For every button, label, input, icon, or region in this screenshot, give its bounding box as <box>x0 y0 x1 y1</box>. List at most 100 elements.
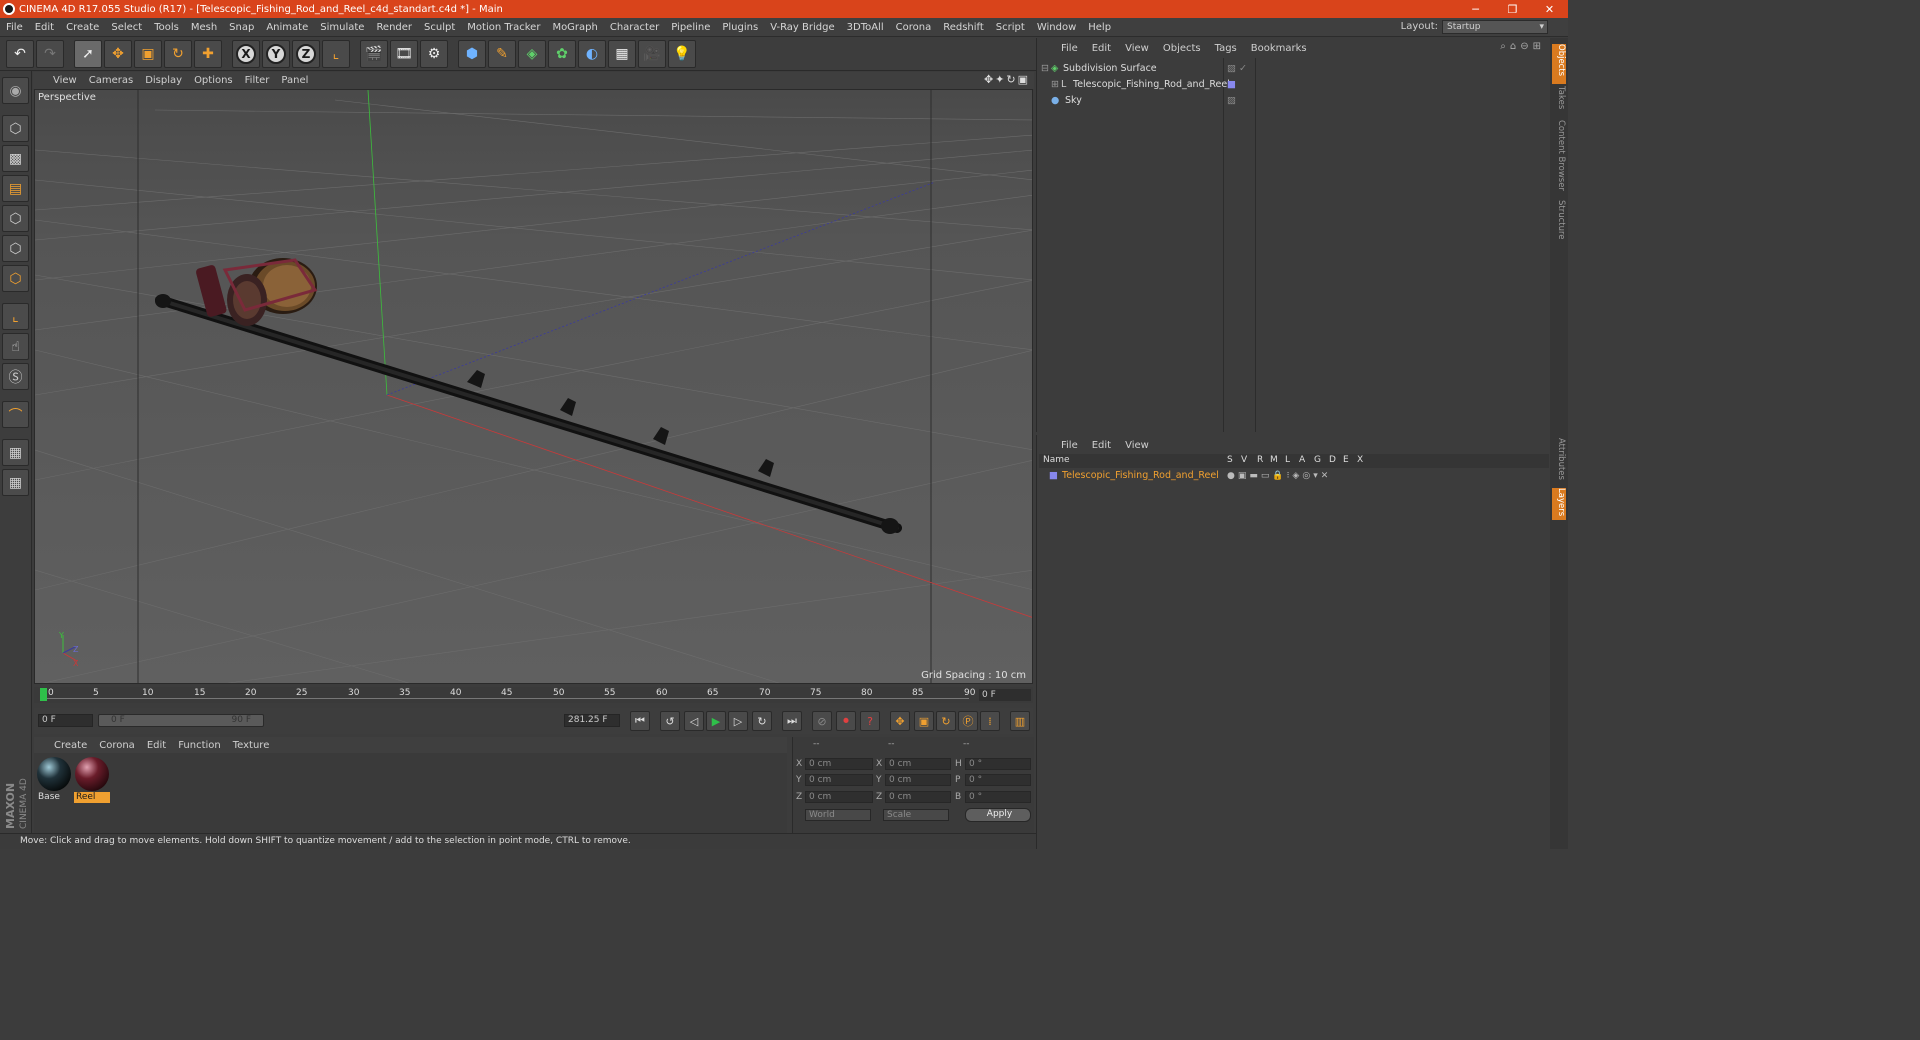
magnet-button[interactable]: ⌒ <box>2 401 29 428</box>
previous-key-button[interactable]: ↺ <box>660 711 680 731</box>
scale-tool-button[interactable]: ▣ <box>134 39 162 68</box>
restore-icon[interactable]: ❐ <box>1494 0 1531 18</box>
menu-pipeline[interactable]: Pipeline <box>665 22 716 33</box>
column-expressions[interactable]: E <box>1343 455 1349 465</box>
object-manager-search-icons[interactable]: ⌕⌂⊖⊞ <box>1500 41 1545 52</box>
tab-objects[interactable]: Objects <box>1552 44 1566 84</box>
render-picture-viewer-button[interactable]: 🎞 <box>390 39 418 68</box>
next-frame-button[interactable]: ▷ <box>728 711 748 731</box>
key-parameter-button[interactable]: Ⓟ <box>958 711 978 731</box>
key-scale-button[interactable]: ▣ <box>914 711 934 731</box>
menu-corona[interactable]: Corona <box>890 22 938 33</box>
vp-menu-view[interactable]: View <box>53 75 84 86</box>
texture-mode-button[interactable]: ▩ <box>2 145 29 172</box>
object-row-rod[interactable]: ⊞ L Telescopic_Fishing_Rod_and_Reel ■ <box>1041 77 1551 92</box>
column-deformers[interactable]: D <box>1329 455 1336 465</box>
tab-content-browser[interactable]: Content Browser <box>1552 120 1566 196</box>
viewport-navigation-icons[interactable]: ✥✦↻▣ <box>984 73 1030 86</box>
mat-menu-function[interactable]: Function <box>178 740 221 751</box>
menu-script[interactable]: Script <box>990 22 1031 33</box>
points-mode-button[interactable]: ⬡ <box>2 205 29 232</box>
layer-toggles[interactable]: ●▣▬▭🔒⁝◈◎▾✕ <box>1227 471 1331 481</box>
select-tool-button[interactable]: ➚ <box>74 39 102 68</box>
rotation-h-field[interactable]: 0 ° <box>965 758 1031 770</box>
workplane-lock-button[interactable]: ▦ <box>2 439 29 466</box>
go-to-end-button[interactable]: ⏭ <box>782 711 802 731</box>
object-row-subdivision[interactable]: ⊟ ◈ Subdivision Surface ▨ ✓ <box>1041 61 1551 76</box>
size-y-field[interactable]: 0 cm <box>885 774 951 786</box>
column-render[interactable]: R <box>1257 455 1263 465</box>
minimize-icon[interactable]: ─ <box>1457 0 1494 18</box>
tweak-mode-button[interactable]: ☝ <box>2 333 29 360</box>
column-generators[interactable]: G <box>1314 455 1321 465</box>
menu-animate[interactable]: Animate <box>260 22 314 33</box>
move-tool-button[interactable]: ✥ <box>104 39 132 68</box>
vp-menu-options[interactable]: Options <box>194 75 240 86</box>
render-settings-button[interactable]: ⚙ <box>420 39 448 68</box>
menu-edit[interactable]: Edit <box>29 22 60 33</box>
menu-create[interactable]: Create <box>60 22 105 33</box>
coordinate-system-button[interactable]: ⌞ <box>322 39 350 68</box>
tab-attributes[interactable]: Attributes <box>1552 438 1566 488</box>
menu-3dtoall[interactable]: 3DToAll <box>841 22 890 33</box>
menu-tools[interactable]: Tools <box>148 22 185 33</box>
menu-mograph[interactable]: MoGraph <box>546 22 603 33</box>
edges-mode-button[interactable]: ⬡ <box>2 235 29 262</box>
model-mode-button[interactable]: ⬡ <box>2 115 29 142</box>
position-y-field[interactable]: 0 cm <box>805 774 873 786</box>
menu-file[interactable]: File <box>0 22 29 33</box>
position-z-field[interactable]: 0 cm <box>805 791 873 803</box>
next-key-button[interactable]: ↻ <box>752 711 772 731</box>
obj-menu-edit[interactable]: Edit <box>1092 43 1111 54</box>
x-axis-lock-button[interactable]: X <box>232 39 260 68</box>
mograph-cloner-button[interactable]: ✿ <box>548 39 576 68</box>
tab-takes[interactable]: Takes <box>1552 86 1566 116</box>
rotation-p-field[interactable]: 0 ° <box>965 774 1031 786</box>
keyframe-selection-button[interactable]: ⊘ <box>812 711 832 731</box>
obj-menu-objects[interactable]: Objects <box>1163 43 1201 54</box>
layer-menu-edit[interactable]: Edit <box>1092 440 1111 451</box>
layout-select[interactable]: Startup ▾ <box>1442 20 1548 34</box>
obj-menu-view[interactable]: View <box>1125 43 1149 54</box>
layer-menu-view[interactable]: View <box>1125 440 1149 451</box>
layer-color-swatch[interactable]: ■ <box>1049 470 1062 481</box>
size-z-field[interactable]: 0 cm <box>885 791 951 803</box>
subdivision-surface-button[interactable]: ◈ <box>518 39 546 68</box>
mat-menu-corona[interactable]: Corona <box>99 740 135 751</box>
obj-menu-bookmarks[interactable]: Bookmarks <box>1251 43 1307 54</box>
column-manager[interactable]: M <box>1270 455 1278 465</box>
pen-spline-button[interactable]: ✎ <box>488 39 516 68</box>
position-x-field[interactable]: 0 cm <box>805 758 873 770</box>
column-animation[interactable]: A <box>1299 455 1305 465</box>
axis-mode-button[interactable]: ⌞ <box>2 303 29 330</box>
column-locked[interactable]: L <box>1285 455 1290 465</box>
cube-primitive-button[interactable]: ⬢ <box>458 39 486 68</box>
layer-menu-file[interactable]: File <box>1061 440 1078 451</box>
play-button[interactable]: ▶ <box>706 711 726 731</box>
3d-viewport[interactable]: Y X Z Perspective Grid Spacing : 10 cm <box>34 89 1033 684</box>
layer-color-tag[interactable]: ■ <box>1227 79 1236 90</box>
material-reel[interactable]: Reel <box>74 756 110 804</box>
layer-row[interactable]: ■ Telescopic_Fishing_Rod_and_Reel ●▣▬▭🔒⁝… <box>1041 468 1551 483</box>
autokey-button[interactable]: ? <box>860 711 880 731</box>
transform-tool-button[interactable]: ✚ <box>194 39 222 68</box>
material-base[interactable]: Base <box>36 756 72 804</box>
timeline-ruler[interactable]: 0 5 10 15 20 25 30 35 40 45 50 55 60 65 … <box>34 687 1033 703</box>
column-solo[interactable]: S <box>1227 455 1233 465</box>
menu-vray-bridge[interactable]: V-Ray Bridge <box>764 22 840 33</box>
column-xref[interactable]: X <box>1357 455 1363 465</box>
start-frame-field[interactable]: 0 F <box>38 714 93 727</box>
grid-snap-button[interactable]: ▦ <box>2 469 29 496</box>
obj-menu-tags[interactable]: Tags <box>1215 43 1237 54</box>
menu-render[interactable]: Render <box>370 22 418 33</box>
timeline-playhead[interactable] <box>40 688 47 701</box>
coord-scale-select[interactable]: Scale <box>883 809 949 821</box>
camera-button[interactable]: 🎥 <box>638 39 666 68</box>
close-icon[interactable]: ✕ <box>1531 0 1568 18</box>
menu-plugins[interactable]: Plugins <box>716 22 764 33</box>
menu-redshift[interactable]: Redshift <box>937 22 990 33</box>
record-button[interactable]: ⏺ <box>836 711 856 731</box>
vp-menu-filter[interactable]: Filter <box>245 75 277 86</box>
z-axis-lock-button[interactable]: Z <box>292 39 320 68</box>
key-position-button[interactable]: ✥ <box>890 711 910 731</box>
